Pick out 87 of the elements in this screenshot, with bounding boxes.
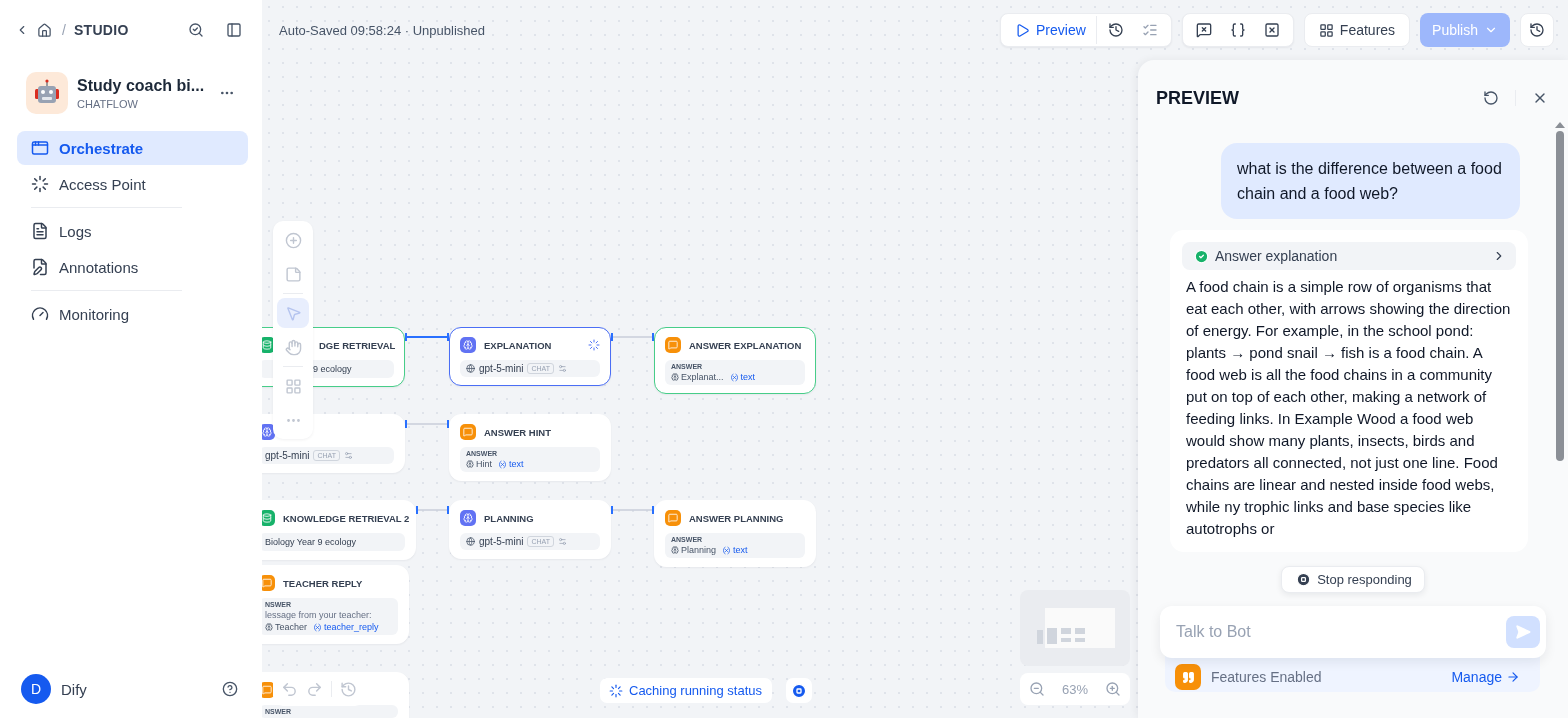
- settings-icon: [558, 537, 567, 546]
- brain-icon: [460, 337, 476, 353]
- chat-icon: [460, 424, 476, 440]
- variable-icon: [498, 459, 507, 469]
- pointer-icon[interactable]: [277, 298, 309, 328]
- brain-icon: [671, 373, 679, 381]
- variable-source: Hint: [476, 459, 492, 469]
- node-title: ANSWER HINT: [484, 426, 553, 438]
- nav-item[interactable]: Access Point: [17, 167, 248, 201]
- spinner-icon: [588, 339, 600, 351]
- save-status: Auto-Saved 09:58:24 · Unpublished: [279, 22, 486, 38]
- variable-source: Planning: [681, 545, 717, 555]
- model-name: gpt-5-mini: [265, 450, 310, 461]
- variable-name: text: [509, 459, 524, 469]
- manage-link[interactable]: Manage: [1451, 669, 1520, 685]
- stop-icon: [1296, 572, 1312, 587]
- window-icon: [31, 139, 49, 157]
- quote-icon: [1175, 664, 1201, 690]
- model-name: gpt-5-mini: [479, 536, 524, 547]
- nav-item[interactable]: Monitoring: [17, 297, 248, 331]
- nav-item[interactable]: Annotations: [17, 250, 248, 284]
- globe-icon: [466, 537, 475, 546]
- send-icon: [1515, 624, 1531, 640]
- app-type: CHATFLOW: [77, 97, 139, 110]
- variable-source: Explanat...: [681, 372, 724, 382]
- settings-icon: [558, 364, 567, 373]
- variable-icon: [729, 372, 739, 382]
- redo-icon[interactable]: [306, 680, 323, 698]
- preview-button[interactable]: Preview: [1007, 16, 1097, 44]
- workflow-process-toggle[interactable]: Answer explanation: [1182, 242, 1516, 270]
- user-message: what is the difference between a food chain and a food web?: [1221, 143, 1520, 219]
- app-name: Study coach bi...: [77, 76, 205, 95]
- brain-icon: [265, 623, 273, 631]
- user-avatar[interactable]: D: [21, 674, 51, 704]
- dataset-tag: Biology Year 9 ecology: [262, 533, 405, 551]
- stop-icon: [791, 682, 807, 699]
- features-label: Features Enabled: [1211, 669, 1323, 685]
- chat-icon: [665, 337, 681, 353]
- nav-item[interactable]: Orchestrate: [17, 131, 248, 165]
- variable-name: text: [733, 545, 748, 555]
- document-icon: [31, 222, 49, 240]
- chat-icon: [665, 510, 681, 526]
- zoom-out-icon[interactable]: [1028, 681, 1045, 697]
- send-button[interactable]: [1506, 616, 1540, 648]
- undo-icon[interactable]: [281, 680, 298, 698]
- model-name: gpt-5-mini: [479, 363, 524, 374]
- node-title: ANSWER EXPLANATION: [689, 339, 802, 351]
- grid-icon: [1318, 22, 1334, 38]
- globe-icon: [466, 364, 475, 373]
- check-circle-icon: [1194, 248, 1209, 264]
- variable-name: text: [740, 372, 756, 382]
- run-status-text: Caching running status: [629, 683, 762, 698]
- chat-input-box[interactable]: Talk to Bot: [1160, 606, 1546, 658]
- zoom-in-icon[interactable]: [1105, 681, 1122, 697]
- variable-name: teacher_reply: [324, 622, 379, 632]
- gauge-icon: [31, 305, 49, 323]
- user-name: Dify: [61, 680, 88, 698]
- brain-icon: [671, 546, 679, 554]
- node-title: TEACHER REPLY: [283, 577, 364, 589]
- node-title: PLANNING: [484, 512, 535, 524]
- breadcrumb-text[interactable]: STUDIO: [73, 22, 129, 38]
- node-title: ANSWER PLANNING: [689, 512, 785, 524]
- node-title: KNOWLEDGE RETRIEVAL 2: [283, 512, 410, 524]
- variable-icon: [313, 622, 323, 632]
- version-history-icon[interactable]: [1520, 13, 1554, 47]
- settings-icon: [344, 451, 353, 460]
- brain-icon: [466, 460, 474, 468]
- stop-button[interactable]: [786, 678, 812, 703]
- brain-icon: [460, 510, 476, 526]
- node-title: EXPLANATION: [484, 339, 553, 351]
- nav-item[interactable]: Logs: [17, 214, 248, 248]
- panel-title: PREVIEW: [1156, 87, 1240, 109]
- stop-responding-button[interactable]: Stop responding: [1281, 566, 1425, 593]
- bot-answer: A food chain is a simple row of organisms that eat each other, with arrows showing the direction of energy. For example, in the school pond: plants → pond snail → fish is a food chain. A food web is all the food chains in a community put on top of each other, making a network of feeding links. In Example Wood a food web would show many plants, insects, birds and predators all connected, not just one line. Food chains are linear and nested inside food webs, while ny trophic links and base species like autotrophs or: [1186, 277, 1512, 539]
- play-icon: [1015, 22, 1031, 38]
- workflow-node[interactable]: KNOWLEDGE RETRIEVAL 2 Biology Year 9 ecology: [262, 500, 416, 560]
- variable-icon: [722, 545, 732, 555]
- breadcrumb-separator: /: [62, 22, 66, 38]
- answer-text: lessage from your teacher:: [265, 610, 373, 620]
- edit-document-icon: [31, 258, 49, 276]
- variable-source: Teacher: [275, 622, 308, 632]
- spinner-icon: [609, 683, 623, 698]
- node-title: DGE RETRIEVAL: [319, 339, 396, 351]
- burst-icon: [31, 175, 49, 193]
- minimap[interactable]: [1020, 590, 1130, 666]
- chat-input-field[interactable]: Talk to Bot: [1174, 622, 1506, 642]
- features-button[interactable]: Features: [1303, 13, 1411, 47]
